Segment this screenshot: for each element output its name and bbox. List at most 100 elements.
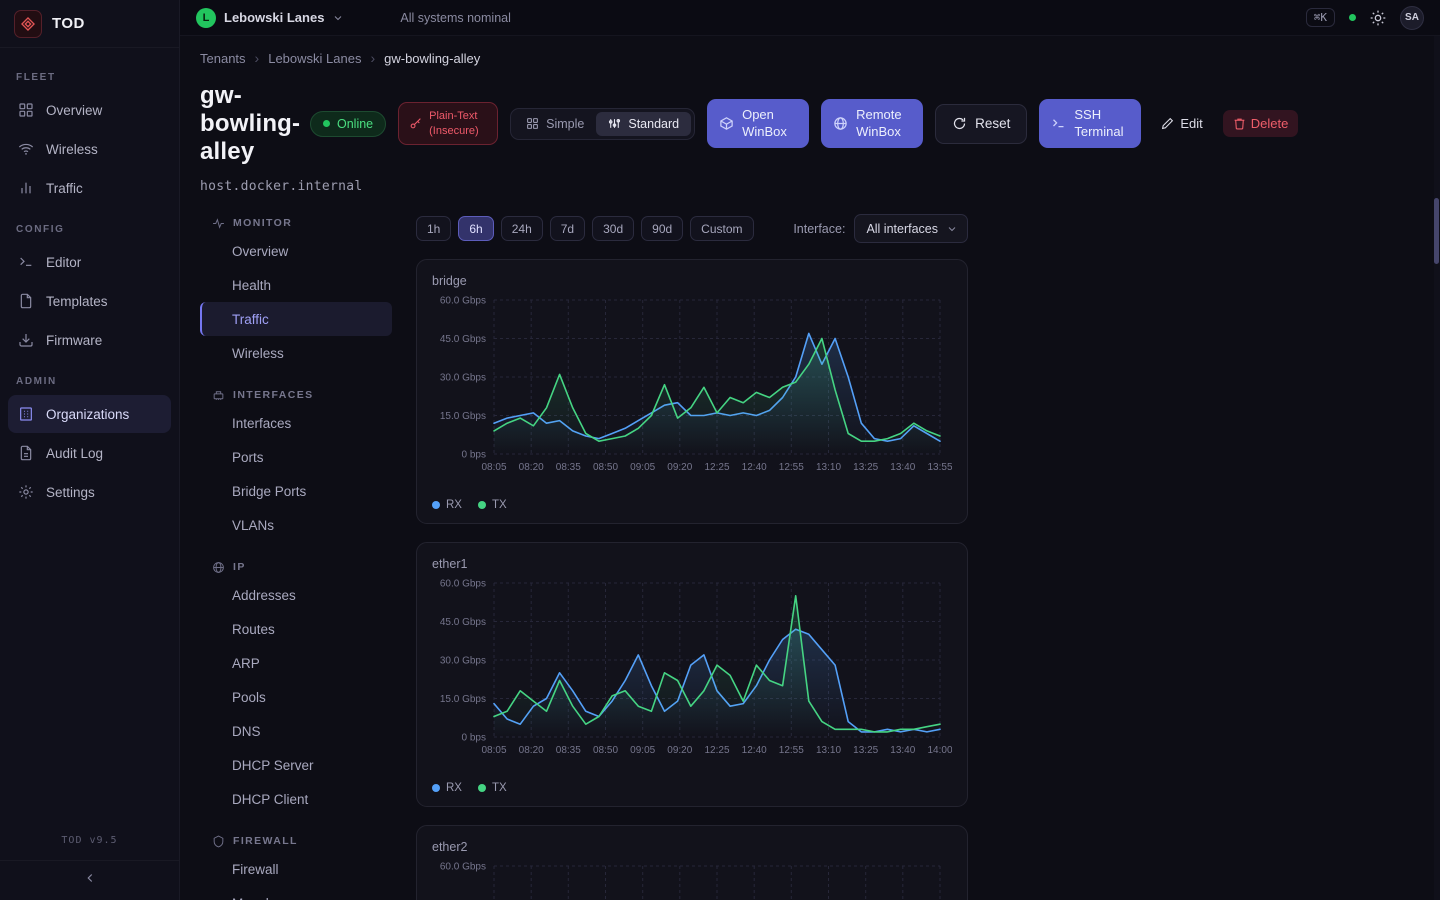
interface-filter: Interface: All interfaces bbox=[793, 214, 968, 243]
grid-icon bbox=[17, 102, 35, 118]
subnav-section-firewall: FIREWALL bbox=[200, 830, 392, 852]
subnav-item-firewall[interactable]: Firewall bbox=[200, 852, 392, 886]
subnav-section-label: INTERFACES bbox=[233, 389, 314, 401]
tenant-switcher[interactable]: L Lebowski Lanes bbox=[196, 8, 344, 28]
view-mode-toggle: Simple Standard bbox=[510, 108, 695, 140]
bar-chart-icon bbox=[17, 180, 35, 196]
svg-text:60.0 Gbps: 60.0 Gbps bbox=[440, 862, 486, 873]
wifi-icon bbox=[17, 141, 35, 157]
subnav-section-ip: IP bbox=[200, 556, 392, 578]
subnav-item-ports[interactable]: Ports bbox=[200, 440, 392, 474]
app-logo-row[interactable]: TOD bbox=[0, 0, 179, 48]
svg-text:12:25: 12:25 bbox=[704, 745, 729, 756]
svg-text:45.0 Gbps: 45.0 Gbps bbox=[440, 617, 486, 628]
svg-text:08:35: 08:35 bbox=[556, 745, 581, 756]
sidebar-item-settings[interactable]: Settings bbox=[8, 473, 171, 511]
svg-text:0 bps: 0 bps bbox=[462, 450, 486, 461]
svg-text:12:55: 12:55 bbox=[779, 745, 804, 756]
view-mode-simple[interactable]: Simple bbox=[514, 112, 596, 136]
sidebar-item-label: Editor bbox=[46, 255, 81, 270]
svg-text:08:50: 08:50 bbox=[593, 462, 618, 473]
svg-text:30.0 Gbps: 30.0 Gbps bbox=[440, 373, 486, 384]
subnav-item-interfaces[interactable]: Interfaces bbox=[200, 406, 392, 440]
interface-select[interactable]: All interfaces bbox=[854, 214, 968, 243]
sidebar-item-traffic[interactable]: Traffic bbox=[8, 169, 171, 207]
sidebar-item-audit-log[interactable]: Audit Log bbox=[8, 434, 171, 472]
subnav-item-traffic[interactable]: Traffic bbox=[200, 302, 392, 336]
subnav-section-label: IP bbox=[233, 561, 246, 573]
activity-icon bbox=[212, 217, 225, 230]
legend-rx: RX bbox=[432, 782, 462, 794]
svg-text:12:25: 12:25 bbox=[704, 462, 729, 473]
range-7d-button[interactable]: 7d bbox=[550, 216, 585, 241]
edit-button[interactable]: Edit bbox=[1153, 112, 1210, 135]
reset-button[interactable]: Reset bbox=[935, 104, 1027, 144]
range-90d-button[interactable]: 90d bbox=[641, 216, 683, 241]
subnav-item-dhcp-client[interactable]: DHCP Client bbox=[200, 782, 392, 816]
subnav-item-addresses[interactable]: Addresses bbox=[200, 578, 392, 612]
device-subnav: MONITOR OverviewHealthTrafficWireless INTE… bbox=[200, 210, 392, 900]
content: Tenants › Lebowski Lanes › gw-bowling-al… bbox=[180, 36, 1440, 900]
view-mode-standard[interactable]: Standard bbox=[596, 112, 691, 136]
range-30d-button[interactable]: 30d bbox=[592, 216, 634, 241]
app-version: TOD v9.5 bbox=[0, 835, 179, 860]
subnav-item-overview[interactable]: Overview bbox=[200, 234, 392, 268]
subnav-item-routes[interactable]: Routes bbox=[200, 612, 392, 646]
system-status: All systems nominal bbox=[400, 11, 510, 25]
refresh-icon bbox=[952, 116, 967, 131]
sidebar-item-label: Overview bbox=[46, 103, 102, 118]
subnav-item-wireless[interactable]: Wireless bbox=[200, 336, 392, 370]
breadcrumb-tenant[interactable]: Lebowski Lanes bbox=[268, 51, 361, 66]
command-palette-shortcut[interactable]: ⌘K bbox=[1306, 8, 1335, 27]
sidebar-item-templates[interactable]: Templates bbox=[8, 282, 171, 320]
range-24h-button[interactable]: 24h bbox=[501, 216, 543, 241]
sidebar-item-overview[interactable]: Overview bbox=[8, 91, 171, 129]
open-winbox-button[interactable]: Open WinBox bbox=[707, 99, 809, 148]
subnav-section-label: MONITOR bbox=[233, 217, 292, 229]
device-host: host.docker.internal bbox=[200, 179, 1440, 194]
health-dot bbox=[1349, 14, 1356, 21]
subnav-item-dhcp-server[interactable]: DHCP Server bbox=[200, 748, 392, 782]
subnav-item-vlans[interactable]: VLANs bbox=[200, 508, 392, 542]
svg-text:08:20: 08:20 bbox=[519, 462, 544, 473]
breadcrumb-current: gw-bowling-alley bbox=[384, 51, 480, 66]
svg-text:45.0 Gbps: 45.0 Gbps bbox=[440, 334, 486, 345]
subnav-item-arp[interactable]: ARP bbox=[200, 646, 392, 680]
scrollbar-thumb[interactable] bbox=[1434, 198, 1439, 264]
remote-winbox-button[interactable]: Remote WinBox bbox=[821, 99, 923, 148]
sidebar-item-firmware[interactable]: Firmware bbox=[8, 321, 171, 359]
subnav-item-dns[interactable]: DNS bbox=[200, 714, 392, 748]
subnav-item-bridge-ports[interactable]: Bridge Ports bbox=[200, 474, 392, 508]
sidebar-item-wireless[interactable]: Wireless bbox=[8, 130, 171, 168]
user-avatar[interactable]: SA bbox=[1400, 6, 1424, 30]
svg-text:09:20: 09:20 bbox=[667, 462, 692, 473]
sidebar-item-editor[interactable]: Editor bbox=[8, 243, 171, 281]
range-6h-button[interactable]: 6h bbox=[458, 216, 493, 241]
subnav-item-health[interactable]: Health bbox=[200, 268, 392, 302]
sidebar-item-organizations[interactable]: Organizations bbox=[8, 395, 171, 433]
globe-icon bbox=[212, 561, 225, 574]
box-icon bbox=[719, 116, 734, 131]
delete-button[interactable]: Delete bbox=[1223, 110, 1299, 137]
breadcrumb-tenants[interactable]: Tenants bbox=[200, 51, 246, 66]
download-icon bbox=[17, 332, 35, 348]
sidebar-item-label: Organizations bbox=[46, 407, 129, 422]
ssh-terminal-button[interactable]: SSH Terminal bbox=[1039, 99, 1141, 148]
breadcrumb: Tenants › Lebowski Lanes › gw-bowling-al… bbox=[200, 50, 1440, 66]
svg-text:09:20: 09:20 bbox=[667, 745, 692, 756]
sidebar-collapse-button[interactable] bbox=[0, 860, 179, 894]
chart-title: ether1 bbox=[432, 557, 952, 571]
subnav-item-mangle[interactable]: Mangle bbox=[200, 886, 392, 900]
chart-card-ether2: ether260.0 Gbps45.0 Gbps30.0 Gbps15.0 Gb… bbox=[416, 825, 968, 900]
subnav-item-pools[interactable]: Pools bbox=[200, 680, 392, 714]
theme-toggle-sun-icon[interactable] bbox=[1370, 10, 1386, 26]
chart-card-ether1: ether160.0 Gbps45.0 Gbps30.0 Gbps15.0 Gb… bbox=[416, 542, 968, 807]
svg-text:13:55: 13:55 bbox=[927, 462, 952, 473]
range-1h-button[interactable]: 1h bbox=[416, 216, 451, 241]
range-custom-button[interactable]: Custom bbox=[690, 216, 753, 241]
svg-text:13:25: 13:25 bbox=[853, 745, 878, 756]
chart-controls: 1h 6h 24h 7d 30d 90d Custom Interface: All int… bbox=[416, 214, 968, 243]
main-area: L Lebowski Lanes All systems nominal ⌘K … bbox=[180, 0, 1440, 900]
device-body: MONITOR OverviewHealthTrafficWireless INTE… bbox=[200, 210, 1440, 900]
traffic-chart: 60.0 Gbps45.0 Gbps30.0 Gbps15.0 Gbps0 bp… bbox=[432, 858, 952, 900]
